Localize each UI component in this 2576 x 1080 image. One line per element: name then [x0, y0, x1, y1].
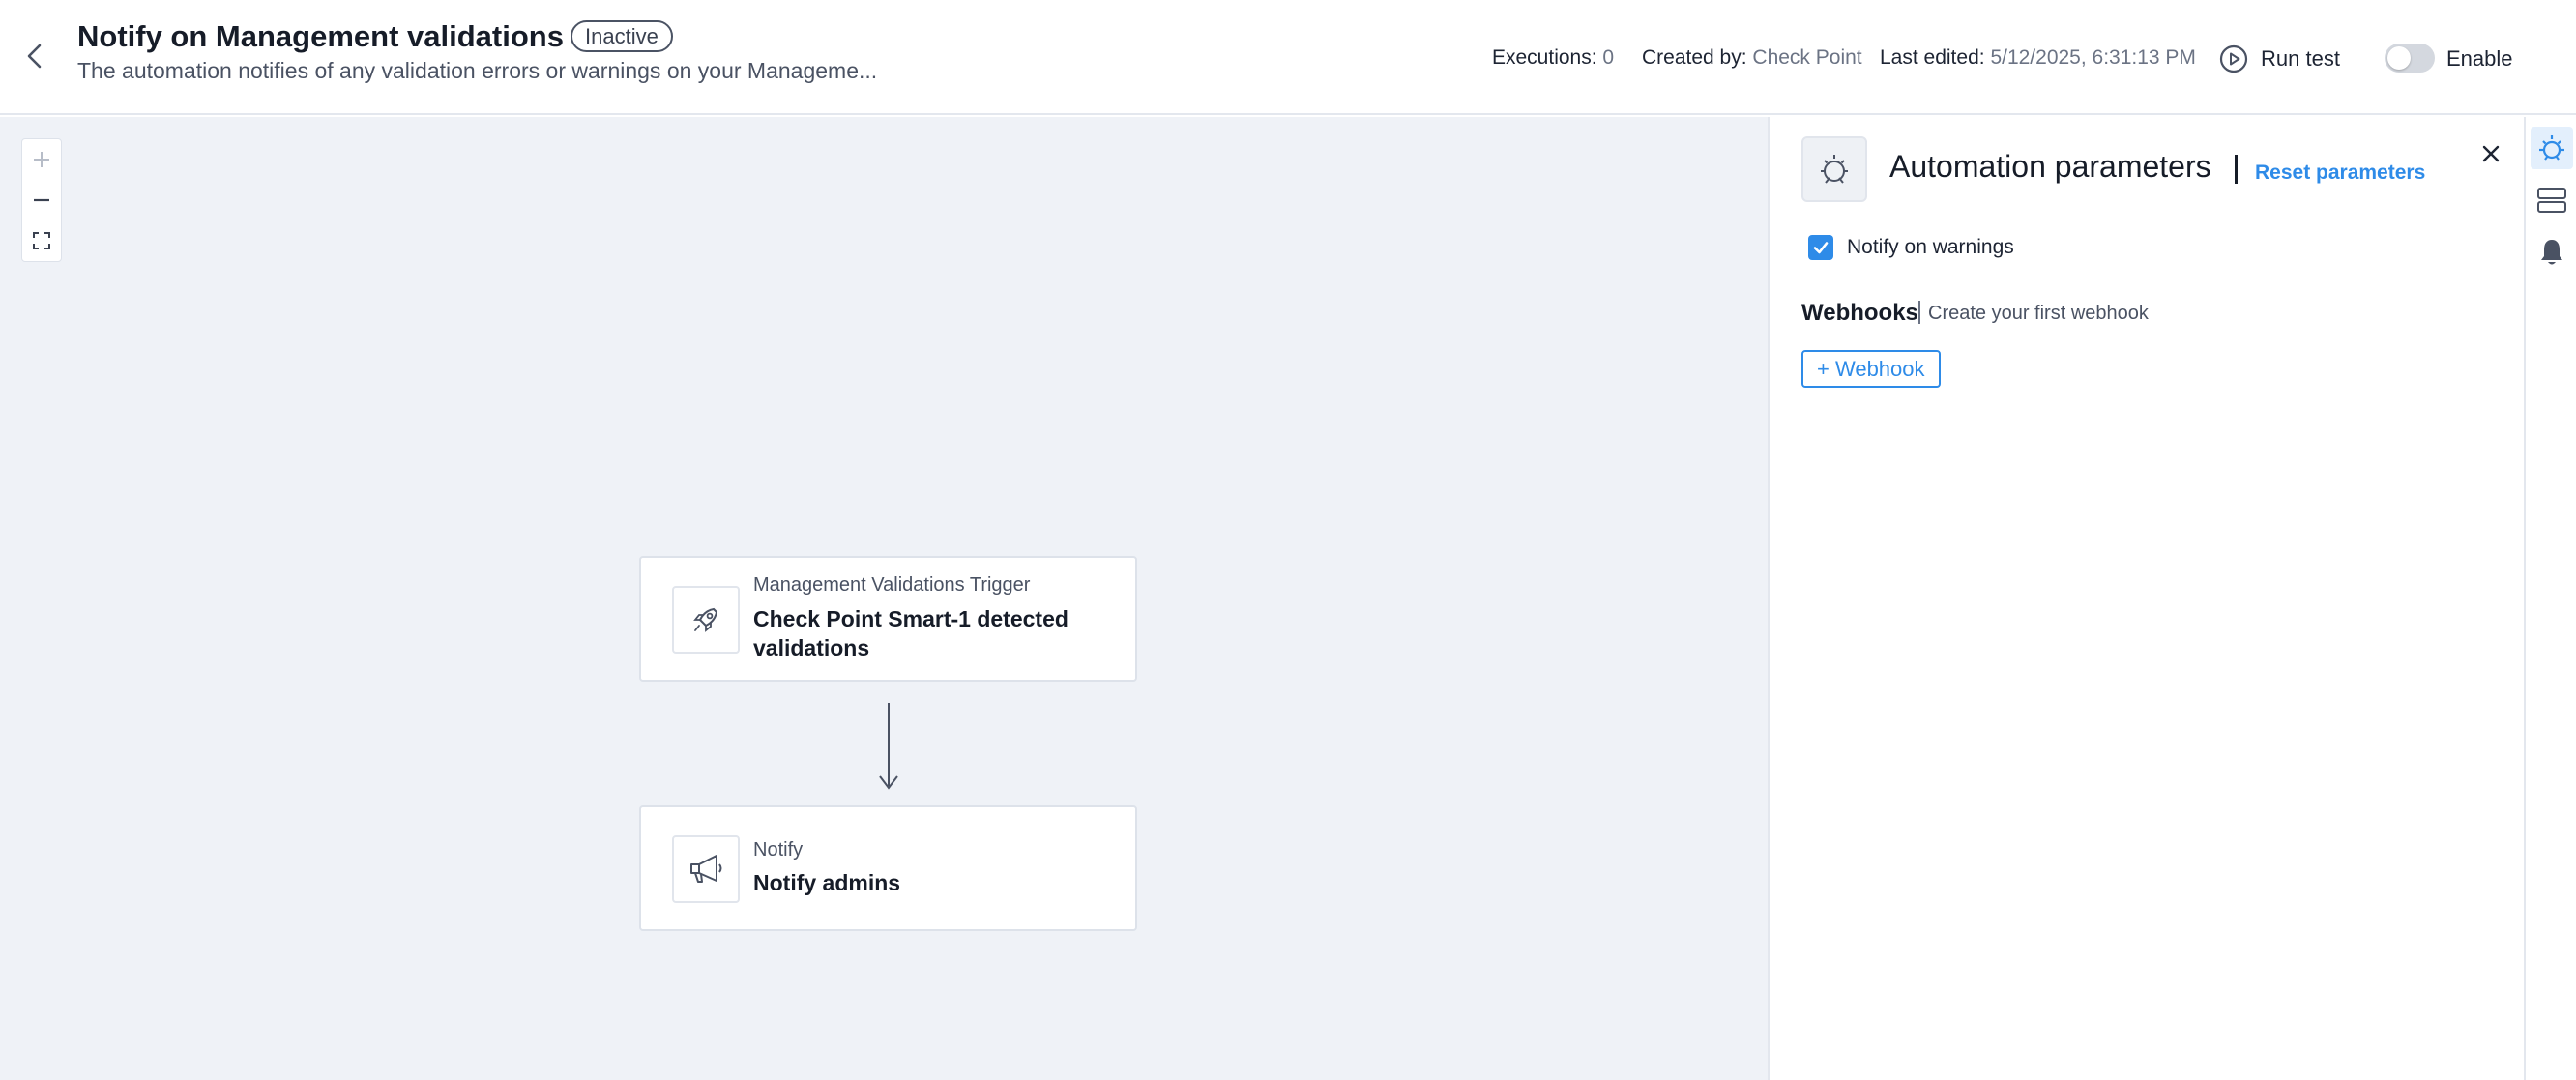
fit-view-icon	[33, 232, 50, 249]
executions-meta: Executions: 0	[1492, 46, 1614, 70]
created-by-meta: Created by: Check Point	[1642, 46, 1862, 70]
megaphone-icon	[690, 855, 722, 883]
webhooks-section-title: Webhooks	[1801, 300, 1918, 326]
executions-label: Executions:	[1492, 46, 1597, 69]
workflow-canvas[interactable]: Management Validations Trigger Check Poi…	[0, 117, 1768, 1080]
page-description: The automation notifies of any validatio…	[77, 58, 878, 83]
created-by-value: Check Point	[1752, 46, 1862, 69]
node-type-label: Notify	[753, 839, 804, 861]
notify-on-warnings-checkbox[interactable]	[1808, 235, 1833, 260]
rail-automation-parameters[interactable]	[2531, 127, 2573, 169]
trigger-node[interactable]: Management Validations Trigger Check Poi…	[639, 556, 1137, 682]
zoom-in-button[interactable]	[22, 139, 61, 180]
last-edited-meta: Last edited: 5/12/2025, 6:31:13 PM	[1880, 46, 2196, 70]
run-test-label: Run test	[2261, 46, 2340, 71]
zoom-out-button[interactable]	[22, 180, 61, 220]
last-edited-value: 5/12/2025, 6:31:13 PM	[1990, 46, 2196, 69]
layers-icon	[2537, 188, 2566, 213]
panel-title: Automation parameters	[1889, 149, 2211, 184]
play-circle-icon	[2219, 44, 2248, 73]
chevron-left-icon	[27, 44, 42, 69]
webhooks-hint: Create your first webhook	[1928, 303, 2149, 324]
executions-value: 0	[1602, 46, 1615, 69]
page-header: Notify on Management validations Inactiv…	[0, 0, 2576, 115]
notify-node[interactable]: Notify Notify admins	[639, 805, 1137, 931]
node-icon-box	[672, 586, 740, 654]
status-badge: Inactive	[571, 20, 673, 52]
rocket-icon	[693, 607, 718, 632]
created-by-label: Created by:	[1642, 46, 1747, 69]
close-panel-button[interactable]	[2474, 136, 2508, 171]
automation-gear-icon	[1821, 155, 1848, 184]
node-title: Check Point Smart-1 detected validations	[753, 606, 1068, 660]
bell-icon	[2541, 240, 2562, 265]
last-edited-label: Last edited:	[1880, 46, 1985, 69]
rail-notifications[interactable]	[2531, 231, 2573, 274]
zoom-controls	[21, 138, 62, 262]
panel-icon-box	[1801, 136, 1867, 202]
close-icon	[2482, 145, 2500, 162]
toggle-knob	[2387, 46, 2411, 70]
flow-connector-arrow	[879, 703, 898, 790]
node-type-label: Management Validations Trigger	[753, 574, 1031, 596]
zoom-out-icon	[34, 198, 49, 202]
back-button[interactable]	[17, 39, 52, 73]
enable-toggle[interactable]	[2385, 44, 2435, 73]
right-sidebar-rail	[2524, 117, 2576, 1080]
node-icon-box	[672, 835, 740, 903]
webhooks-divider	[1918, 301, 1920, 324]
enable-label: Enable	[2446, 46, 2513, 71]
rail-layers[interactable]	[2531, 179, 2573, 221]
zoom-in-icon	[34, 152, 49, 167]
fit-view-button[interactable]	[22, 220, 61, 261]
automation-parameters-icon	[2539, 135, 2564, 161]
node-title: Notify admins	[753, 870, 901, 895]
run-test-button[interactable]: Run test	[2218, 43, 2340, 75]
checkmark-icon	[1813, 242, 1829, 254]
add-webhook-button[interactable]: + Webhook	[1801, 350, 1941, 388]
page-title: Notify on Management validations	[77, 19, 564, 53]
title-divider	[2235, 155, 2238, 184]
automation-parameters-panel: Automation parameters Reset parameters N…	[1768, 117, 2524, 1080]
notify-on-warnings-label[interactable]: Notify on warnings	[1847, 236, 2014, 259]
reset-parameters-link[interactable]: Reset parameters	[2255, 161, 2425, 185]
